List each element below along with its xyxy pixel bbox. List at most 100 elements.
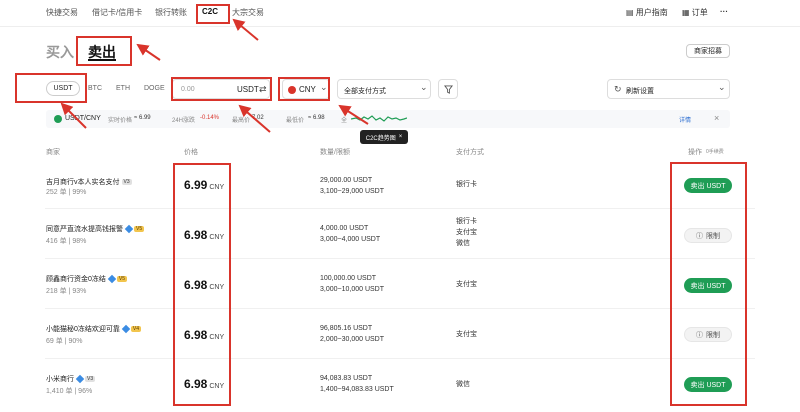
header-merchant: 商家 xyxy=(46,149,60,156)
arrow-sell xyxy=(136,43,161,61)
merchant-name: 同意严直流水提高钱报警 xyxy=(46,226,123,233)
payment-method-value: 全部支付方式 xyxy=(344,88,386,95)
merchant-recruit-button[interactable]: 商家招募 xyxy=(686,44,730,58)
offer-quantity: 94,083.83 USDT 1,400~94,083.83 USDT xyxy=(320,373,394,395)
merchant-name: 小米商行 xyxy=(46,376,74,383)
orders-link[interactable]: ▦ 订单 xyxy=(682,7,708,18)
tab-block-trade[interactable]: 大宗交易 xyxy=(232,7,264,18)
payment-method: 支付宝 xyxy=(456,331,477,338)
tab-bank-transfer[interactable]: 银行转账 xyxy=(155,7,187,18)
filter-button[interactable] xyxy=(438,79,458,99)
list-item-merchant[interactable]: 顾鑫商行资金0冻结 V5 xyxy=(46,274,128,284)
tab-card[interactable]: 借记卡/信用卡 xyxy=(92,7,142,18)
payment-methods: 银行卡 支付宝 微信 xyxy=(456,216,477,249)
diamond-icon xyxy=(75,374,85,384)
ticker-change-label: 24H涨跌 xyxy=(172,118,196,124)
offer-quantity: 100,000.00 USDT 3,000~10,000 USDT xyxy=(320,273,384,295)
coin-eth[interactable]: ETH xyxy=(116,85,130,92)
merchant-name: 吉月商行v本人实名支付 xyxy=(46,179,120,186)
payment-methods: 微信 xyxy=(456,379,470,390)
book-icon: ▤ xyxy=(626,8,634,17)
merchant-name: 小能猫秘0冻结欢迎可靠 xyxy=(46,326,120,333)
row-divider xyxy=(45,308,755,309)
refresh-settings-select[interactable]: ↻ 刷新设置 ⌄ xyxy=(607,79,730,99)
header-action: 操作 xyxy=(688,149,702,156)
ticker-low-value: ≈ 6.98 xyxy=(308,115,325,121)
merchant-stats: 218 单 | 93% xyxy=(46,288,87,295)
payment-method: 支付宝 xyxy=(456,229,477,236)
row-divider xyxy=(45,358,755,359)
chevron-down-icon: ⌄ xyxy=(420,82,428,92)
coin-doge[interactable]: DOGE xyxy=(144,85,165,92)
list-item-merchant[interactable]: 小米商行 V3 xyxy=(46,374,96,384)
orders-icon: ▦ xyxy=(682,8,690,17)
ticker-more: 全 xyxy=(341,118,348,124)
ticker-high-value: 7.02 xyxy=(252,115,264,121)
offer-quantity: 29,000.00 USDT 3,100~29,000 USDT xyxy=(320,175,384,197)
level-badge: V5 xyxy=(134,226,145,233)
filter-icon xyxy=(443,84,453,94)
merchant-name: 顾鑫商行资金0冻结 xyxy=(46,276,106,283)
merchant-stats: 1,410 单 | 96% xyxy=(46,388,93,395)
quantity-value: 29,000.00 USDT xyxy=(320,177,373,184)
payment-method: 银行卡 xyxy=(456,181,477,188)
highlight-price-column xyxy=(173,163,231,406)
highlight-amount-input xyxy=(171,77,272,101)
payment-method-select[interactable]: 全部支付方式 ⌄ xyxy=(337,79,431,99)
top-navigation: 快捷交易 借记卡/信用卡 银行转账 C2C 大宗交易 ▤ 用户指南 ▦ 订单 ·… xyxy=(0,0,800,26)
more-icon[interactable]: ··· xyxy=(720,7,728,16)
buy-tab[interactable]: 买入 xyxy=(46,42,74,62)
payment-method: 银行卡 xyxy=(456,218,477,225)
refresh-icon: ↻ xyxy=(614,84,622,94)
merchant-stats: 252 单 | 99% xyxy=(46,189,87,196)
highlight-c2c-tab xyxy=(196,4,230,24)
ticker-change-value: -0.14% xyxy=(200,115,220,121)
ticker-low-label: 最低价 xyxy=(286,118,305,124)
payment-method: 微信 xyxy=(456,240,470,247)
close-icon[interactable]: × xyxy=(399,134,403,140)
diamond-icon xyxy=(121,324,131,334)
tab-quick-trade[interactable]: 快捷交易 xyxy=(46,7,78,18)
ticker-details-link[interactable]: 详情 xyxy=(679,115,691,124)
payment-method: 微信 xyxy=(456,381,470,388)
trend-sparkline[interactable] xyxy=(351,113,407,125)
header-quantity: 数量/限额 xyxy=(320,149,350,156)
payment-methods: 银行卡 xyxy=(456,179,477,190)
list-item-merchant[interactable]: 同意严直流水提高钱报警 V5 xyxy=(46,224,145,234)
row-divider xyxy=(45,258,755,259)
coin-btc[interactable]: BTC xyxy=(88,85,102,92)
trend-tooltip: C2C趋势图 × xyxy=(360,130,408,144)
offer-quantity: 96,805.16 USDT 2,000~30,000 USDT xyxy=(320,323,384,345)
highlight-sell-tab xyxy=(76,36,132,66)
quantity-value: 96,805.16 USDT xyxy=(320,325,373,332)
ticker-pair: USDT/CNY xyxy=(65,115,101,122)
header-price: 价格 xyxy=(184,149,198,156)
header-payment: 支付方式 xyxy=(456,149,484,156)
user-guide-label: 用户指南 xyxy=(635,8,668,17)
payment-methods: 支付宝 xyxy=(456,329,477,340)
offer-quantity: 4,000.00 USDT 3,000~4,000 USDT xyxy=(320,223,380,245)
list-item-merchant[interactable]: 小能猫秘0冻结欢迎可靠 V4 xyxy=(46,324,142,334)
header-zero-fee: 0手续费 xyxy=(706,149,724,155)
limit-value: 2,000~30,000 USDT xyxy=(320,336,385,343)
level-badge: V3 xyxy=(121,179,132,186)
level-badge: V5 xyxy=(116,276,128,283)
trend-tooltip-label: C2C趋势图 xyxy=(365,135,396,142)
ticker-index-label: 实时价格 xyxy=(108,118,133,124)
limit-value: 1,400~94,083.83 USDT xyxy=(320,386,394,393)
orders-label: 订单 xyxy=(691,8,708,17)
level-badge: V4 xyxy=(130,326,142,333)
row-divider xyxy=(45,208,755,209)
level-badge: V3 xyxy=(85,376,96,383)
usdt-coin-icon xyxy=(54,115,62,123)
payment-method: 支付宝 xyxy=(456,281,477,288)
merchant-stats: 416 单 | 98% xyxy=(46,238,87,245)
user-guide-link[interactable]: ▤ 用户指南 xyxy=(626,7,668,18)
payment-methods: 支付宝 xyxy=(456,279,477,290)
list-item-merchant[interactable]: 吉月商行v本人实名支付 V3 xyxy=(46,177,132,187)
close-icon[interactable]: × xyxy=(714,113,719,123)
quantity-value: 100,000.00 USDT xyxy=(320,275,377,282)
highlight-action-column xyxy=(670,162,747,406)
quantity-value: 94,083.83 USDT xyxy=(320,375,373,382)
merchant-stats: 69 单 | 90% xyxy=(46,338,83,345)
